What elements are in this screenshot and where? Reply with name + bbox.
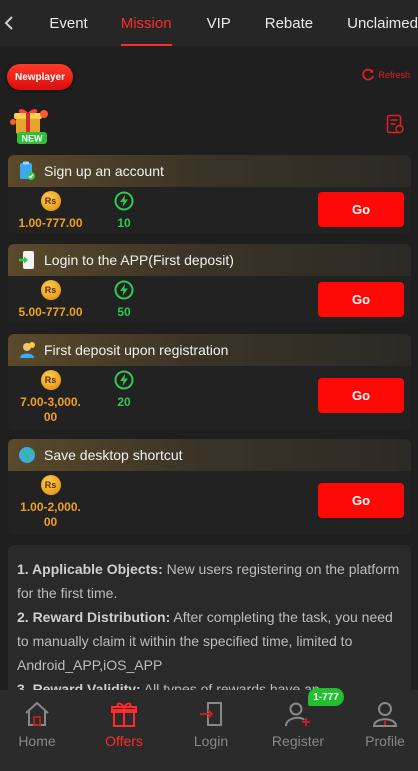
rupee-coin-icon: Rs: [40, 370, 61, 390]
tab-unclaimed[interactable]: Unclaimed: [347, 0, 418, 46]
bottom-nav-label: Register: [271, 733, 325, 749]
xp-reward-amount: 20: [117, 395, 131, 409]
lightning-icon: [114, 280, 134, 300]
task-header: Save desktop shortcut: [8, 439, 411, 471]
task-header: Sign up an account: [8, 155, 411, 187]
rule-item: 1. Applicable Objects: New users registe…: [17, 557, 402, 605]
task-body: Rs 1.00-2,000. 00 Go: [8, 471, 411, 535]
xp-reward: 20: [111, 370, 137, 410]
login-app-icon: [19, 251, 34, 269]
cash-reward-amount-line1: 1.00-2,000.: [20, 500, 81, 514]
globe-icon: [19, 447, 35, 463]
deposit-user-icon: [20, 342, 35, 358]
document-button[interactable]: [386, 114, 404, 139]
rupee-coin-icon: Rs: [40, 191, 61, 211]
xp-reward-amount: 10: [117, 216, 131, 230]
chevron-left-icon: [4, 16, 13, 30]
task-title: Save desktop shortcut: [44, 447, 183, 463]
tab-event[interactable]: Event: [49, 0, 87, 46]
task-body: Rs 7.00-3,000. 00 20 Go: [8, 366, 411, 430]
task-body: Rs 5.00-777.00 50 Go: [8, 276, 411, 322]
task-card: Save desktop shortcut Rs 1.00-2,000. 00 …: [8, 439, 411, 535]
task-title: Sign up an account: [44, 163, 164, 179]
refresh-button[interactable]: Refresh: [361, 68, 410, 82]
bottom-nav: Home Offers Login Register Profile: [0, 690, 418, 771]
cash-reward-amount: 1.00-777.00: [18, 216, 83, 230]
cash-reward-amount: 5.00-777.00: [18, 305, 83, 319]
task-header: First deposit upon registration: [8, 334, 411, 366]
lightning-icon: [114, 191, 134, 211]
cash-reward-amount-line2: 00: [43, 410, 58, 424]
login-icon: [197, 699, 225, 729]
refresh-icon: [362, 68, 375, 81]
rule-heading: 1. Applicable Objects:: [17, 561, 163, 577]
go-button[interactable]: Go: [318, 282, 404, 317]
rupee-coin-icon: Rs: [40, 475, 61, 495]
bottom-nav-login[interactable]: Login: [171, 690, 251, 771]
task-title: Login to the APP(First deposit): [44, 252, 234, 268]
lightning-icon: [114, 370, 134, 390]
back-button[interactable]: [0, 0, 18, 46]
task-card: Sign up an account Rs 1.00-777.00 10 Go: [8, 155, 411, 233]
task-card: Login to the APP(First deposit) Rs 5.00-…: [8, 244, 411, 322]
cash-reward: Rs 5.00-777.00: [18, 280, 83, 320]
tab-mission[interactable]: Mission: [120, 0, 172, 46]
clipboard-check-icon: [20, 161, 35, 180]
top-nav: Event Mission VIP Rebate Unclaimed: [0, 0, 418, 46]
bottom-nav-label: Offers: [105, 733, 143, 749]
task-title: First deposit upon registration: [44, 342, 229, 358]
task-body: Rs 1.00-777.00 10 Go: [8, 187, 411, 233]
rule-item: 2. Reward Distribution: After completing…: [17, 605, 402, 677]
home-icon: [23, 699, 51, 729]
newplayer-category-button[interactable]: Newplayer: [7, 64, 73, 90]
app: Event Mission VIP Rebate Unclaimed Newpl…: [0, 0, 418, 771]
cash-reward: Rs 1.00-777.00: [18, 191, 83, 231]
xp-reward-amount: 50: [117, 305, 131, 319]
go-button[interactable]: Go: [318, 483, 404, 518]
user-icon: [371, 699, 399, 729]
tab-bar: Event Mission VIP Rebate Unclaimed: [18, 0, 418, 46]
rules-panel: 1. Applicable Objects: New users registe…: [8, 545, 411, 695]
tab-vip[interactable]: VIP: [207, 0, 231, 46]
cash-reward: Rs 1.00-2,000. 00: [18, 475, 83, 530]
bottom-nav-label: Login: [193, 733, 229, 749]
rupee-coin-icon: Rs: [40, 280, 61, 300]
cash-reward-amount: 7.00-3,000. 00: [20, 395, 81, 425]
gift-badge-icon: NEW: [8, 104, 54, 146]
cash-reward-amount-line2: 00: [43, 515, 58, 529]
refresh-label: Refresh: [378, 70, 410, 80]
gift-box-icon: [110, 699, 138, 729]
task-header: Login to the APP(First deposit): [8, 244, 411, 276]
bottom-nav-profile[interactable]: Profile: [345, 690, 418, 771]
document-icon: [386, 114, 404, 134]
cash-reward-amount: 1.00-2,000. 00: [20, 500, 81, 530]
cash-reward-amount-line1: 7.00-3,000.: [20, 395, 81, 409]
xp-reward: 50: [111, 280, 137, 320]
bottom-nav-home[interactable]: Home: [0, 690, 77, 771]
bottom-nav-label: Home: [18, 733, 56, 749]
new-badge-text: NEW: [22, 134, 44, 144]
bottom-nav-label: Profile: [365, 733, 405, 749]
tab-rebate[interactable]: Rebate: [265, 0, 313, 46]
cash-reward: Rs 7.00-3,000. 00: [18, 370, 83, 425]
register-reward-badge: 1-777: [308, 688, 344, 706]
xp-reward: 10: [111, 191, 137, 231]
go-button[interactable]: Go: [318, 378, 404, 413]
go-button[interactable]: Go: [318, 192, 404, 227]
bottom-nav-offers[interactable]: Offers: [84, 690, 164, 771]
rule-heading: 2. Reward Distribution:: [17, 609, 171, 625]
task-card: First deposit upon registration Rs 7.00-…: [8, 334, 411, 430]
